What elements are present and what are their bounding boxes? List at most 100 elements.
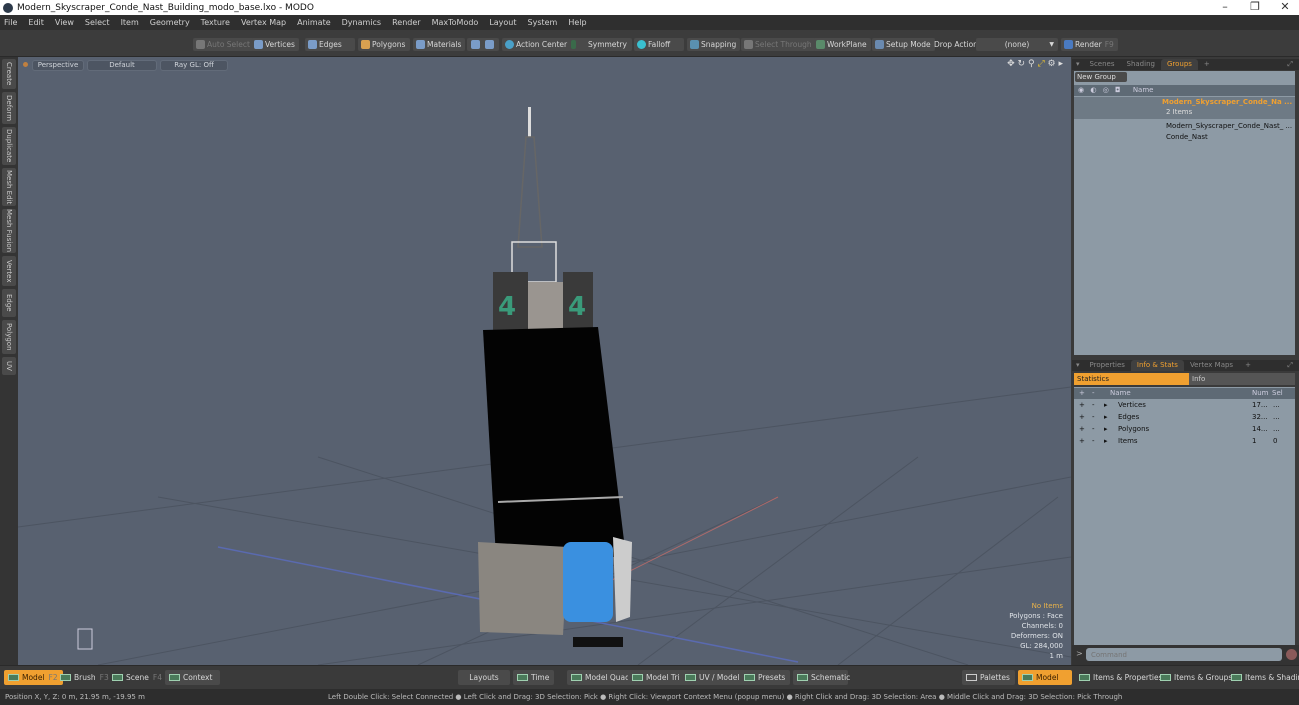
- tab-mesh-edit[interactable]: Mesh Edit: [2, 168, 16, 206]
- select-icon[interactable]: ◘: [1115, 86, 1121, 94]
- new-group-button[interactable]: New Group: [1075, 72, 1127, 82]
- stats-row-items[interactable]: + - ▸ Items 1 0: [1074, 436, 1295, 447]
- tab-deform[interactable]: Deform: [2, 92, 16, 124]
- layout-uv-model-button[interactable]: UV / Model: [681, 670, 745, 685]
- tab-scenes[interactable]: Scenes: [1084, 59, 1121, 70]
- mode-context-button[interactable]: Context: [165, 670, 220, 685]
- tab-polygon[interactable]: Polygon: [2, 320, 16, 354]
- select-through-button[interactable]: Select Through: [741, 38, 816, 51]
- render-toggle-icon[interactable]: ◐: [1090, 86, 1096, 94]
- tab-items-groups[interactable]: Items & Groups: [1156, 670, 1237, 685]
- edges-button[interactable]: Edges: [305, 38, 355, 51]
- menu-animate[interactable]: Animate: [297, 18, 331, 27]
- zoom-icon[interactable]: ⚲: [1028, 59, 1035, 69]
- menu-system[interactable]: System: [528, 18, 558, 27]
- stats-row-edges[interactable]: + - ▸ Edges 32......: [1074, 412, 1295, 423]
- tab-info-stats[interactable]: Info & Stats: [1130, 360, 1184, 371]
- menu-view[interactable]: View: [55, 18, 74, 27]
- tab-items-shading[interactable]: Items & Shading: [1227, 670, 1299, 685]
- materials-button[interactable]: Materials: [413, 38, 466, 51]
- menu-help[interactable]: Help: [568, 18, 586, 27]
- tab-duplicate[interactable]: Duplicate: [2, 127, 16, 165]
- snapping-button[interactable]: Snapping: [687, 38, 741, 51]
- view-type-button[interactable]: Perspective: [32, 60, 84, 71]
- layout-model-quad-button[interactable]: Model Quad: [567, 670, 635, 685]
- polygons-button[interactable]: Polygons: [358, 38, 410, 51]
- tab-groups[interactable]: Groups: [1160, 59, 1198, 70]
- palettes-button[interactable]: Palettes: [962, 670, 1015, 685]
- menu-vertex-map[interactable]: Vertex Map: [241, 18, 286, 27]
- menu-select[interactable]: Select: [85, 18, 110, 27]
- add-tab-icon[interactable]: +: [1239, 360, 1257, 371]
- raygl-button[interactable]: Ray GL: Off: [160, 60, 228, 71]
- menu-item[interactable]: Item: [121, 18, 139, 27]
- tab-vertex-maps[interactable]: Vertex Maps: [1184, 360, 1239, 371]
- command-input[interactable]: [1086, 648, 1282, 661]
- lock-icon[interactable]: ◎: [1103, 86, 1109, 94]
- drop-action-select[interactable]: (none) ▼: [976, 38, 1058, 51]
- menu-layout[interactable]: Layout: [489, 18, 516, 27]
- menu-edit[interactable]: Edit: [28, 18, 44, 27]
- layout-presets-button[interactable]: Presets: [740, 670, 791, 685]
- minimize-button[interactable]: –: [1210, 0, 1240, 15]
- tab-shading[interactable]: Shading: [1121, 59, 1161, 70]
- stats-row-polygons[interactable]: + - ▸ Polygons 14......: [1074, 424, 1295, 435]
- menu-dynamics[interactable]: Dynamics: [342, 18, 381, 27]
- collapse-all-icon[interactable]: -: [1092, 388, 1095, 399]
- eye-icon[interactable]: ◉: [1078, 86, 1084, 94]
- fit-icon[interactable]: ⤢: [1037, 59, 1044, 69]
- group-child-row[interactable]: Modern_Skyscraper_Conde_Nast_ ...: [1074, 121, 1295, 132]
- layout-time-button[interactable]: Time: [513, 670, 555, 685]
- stats-row-vertices[interactable]: + - ▸ Vertices 17......: [1074, 400, 1295, 411]
- tab-info[interactable]: Info: [1189, 373, 1295, 385]
- rotate-icon[interactable]: ↻: [1018, 59, 1026, 69]
- 3d-viewport[interactable]: 4 4 Perspective Default Ray GL: Off ✥ ↻ …: [18, 57, 1071, 665]
- expand-arrow-icon[interactable]: ▸: [1104, 436, 1108, 447]
- pan-icon[interactable]: ✥: [1007, 59, 1015, 69]
- tab-uv[interactable]: UV: [2, 357, 16, 375]
- tab-items-properties[interactable]: Items & Properties: [1075, 670, 1168, 685]
- menu-texture[interactable]: Texture: [201, 18, 230, 27]
- tab-create[interactable]: Create: [2, 59, 16, 89]
- group-row[interactable]: Modern_Skyscraper_Conde_Na ... 2 Items: [1074, 97, 1295, 119]
- auto-select-button[interactable]: Auto Select: [193, 38, 254, 51]
- menu-maxtomodo[interactable]: MaxToModo: [432, 18, 479, 27]
- tab-layout-model[interactable]: Model: [1018, 670, 1072, 685]
- panel-menu-icon[interactable]: ▾: [1072, 360, 1084, 371]
- mode-model-button[interactable]: Model F2: [4, 670, 63, 685]
- add-tab-icon[interactable]: +: [1198, 59, 1216, 70]
- arrow-right-icon[interactable]: ▸: [1058, 59, 1063, 69]
- tab-edge[interactable]: Edge: [2, 289, 16, 317]
- mode-scene-button[interactable]: Scene F4: [108, 670, 167, 685]
- expand-icon[interactable]: ⤢: [1281, 59, 1299, 70]
- menu-geometry[interactable]: Geometry: [150, 18, 190, 27]
- expand-arrow-icon[interactable]: ▸: [1104, 400, 1108, 411]
- close-button[interactable]: ✕: [1270, 0, 1299, 15]
- layouts-button[interactable]: Layouts: [458, 670, 510, 685]
- tab-vertex[interactable]: Vertex: [2, 256, 16, 286]
- panel-menu-icon[interactable]: ▾: [1072, 59, 1084, 70]
- tab-statistics[interactable]: Statistics: [1074, 373, 1189, 385]
- action-center-button[interactable]: Action Center: [502, 38, 572, 51]
- menu-render[interactable]: Render: [392, 18, 420, 27]
- record-icon[interactable]: [1286, 649, 1297, 660]
- expand-arrow-icon[interactable]: ▸: [1104, 424, 1108, 435]
- layout-schematic-button[interactable]: Schematic: [793, 670, 850, 685]
- expand-icon[interactable]: ⤢: [1281, 360, 1299, 371]
- render-button[interactable]: Render F9: [1061, 38, 1118, 51]
- tab-properties[interactable]: Properties: [1084, 360, 1131, 371]
- menu-file[interactable]: File: [4, 18, 17, 27]
- tab-mesh-fusion[interactable]: Mesh Fusion: [2, 209, 16, 253]
- gear-icon[interactable]: ⚙: [1048, 59, 1056, 69]
- falloff-button[interactable]: Falloff: [634, 38, 684, 51]
- expand-arrow-icon[interactable]: ▸: [1104, 412, 1108, 423]
- vertices-button[interactable]: Vertices: [251, 38, 299, 51]
- maximize-button[interactable]: ❐: [1240, 0, 1270, 15]
- setup-mode-button[interactable]: Setup Mode: [872, 38, 935, 51]
- workplane-button[interactable]: WorkPlane: [813, 38, 871, 51]
- group-child-row[interactable]: Conde_Nast: [1074, 132, 1295, 143]
- component-toggles[interactable]: [467, 38, 499, 51]
- expand-all-icon[interactable]: +: [1079, 388, 1085, 399]
- shading-mode-button[interactable]: Default: [87, 60, 157, 71]
- mode-brush-button[interactable]: Brush F3: [56, 670, 114, 685]
